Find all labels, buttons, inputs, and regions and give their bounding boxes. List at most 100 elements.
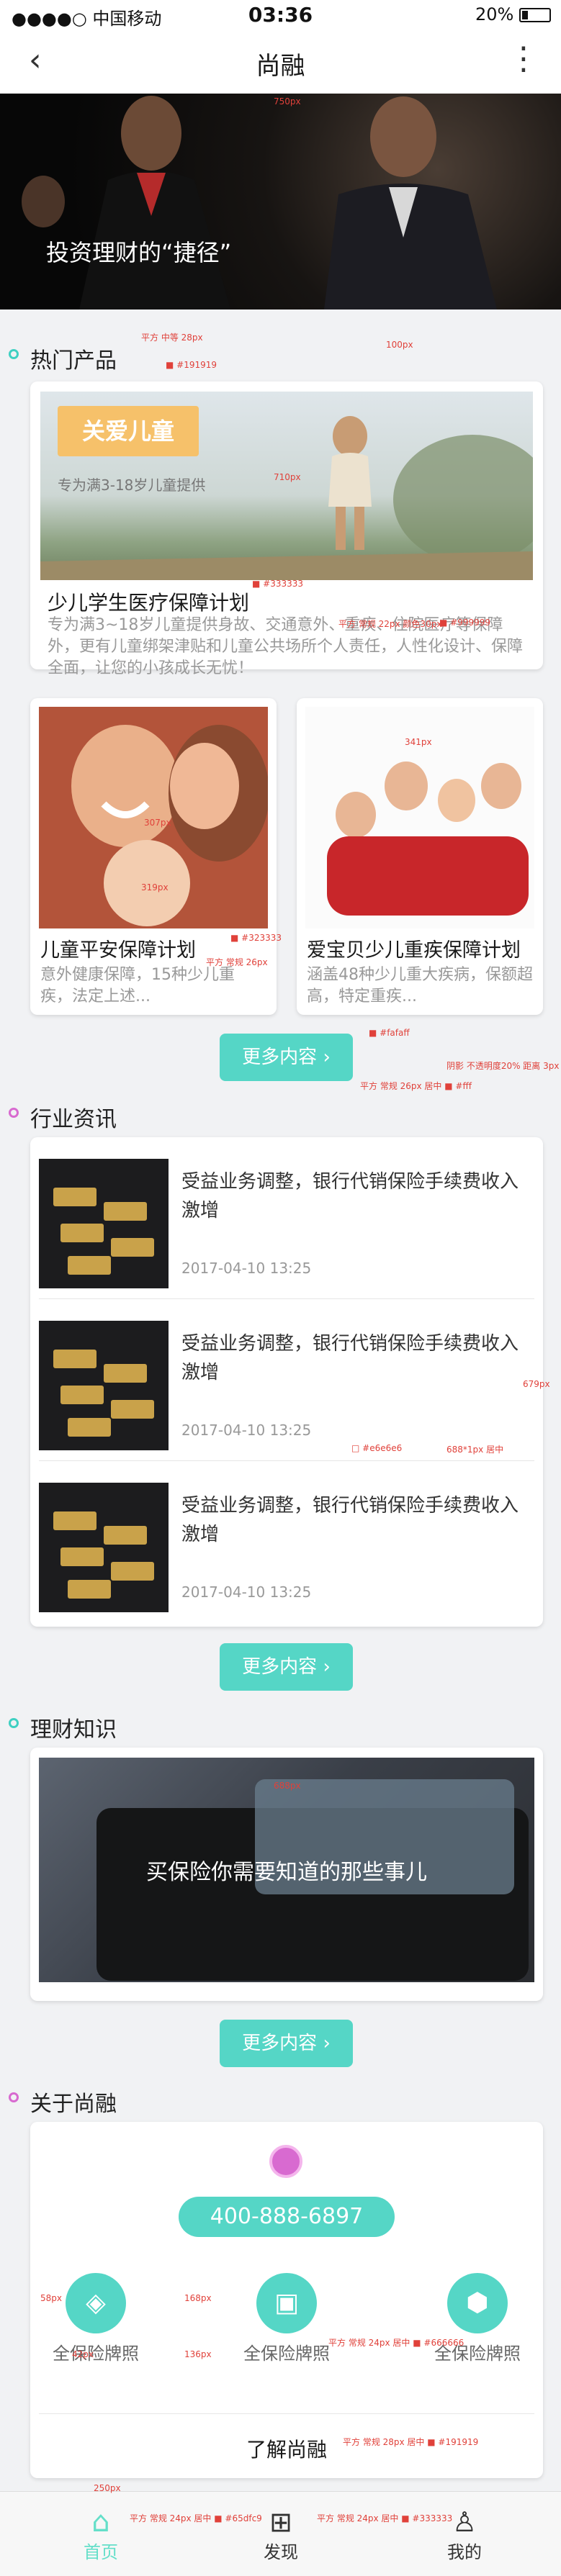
feature-3: ⬢ 全保险牌照 (425, 2273, 530, 2364)
feature-label: 全保险牌照 (53, 2344, 139, 2364)
news-title: 受益业务调整，银行代销保险手续费收入激增 (181, 1171, 519, 1221)
banner-photo (22, 96, 497, 309)
annotation: 319px (141, 882, 169, 892)
annotation: 平方 常规 24px 居中 ■ #65dfc9 (130, 2513, 262, 2523)
annotation: ■ #999999 (439, 618, 491, 628)
section-dot-icon (9, 349, 19, 359)
annotation: 平方 常规 26px 居中 ■ #fff (360, 1081, 472, 1091)
feature-title: 少儿学生医疗保障计划 (48, 591, 250, 615)
annotation: ■ #323333 (230, 933, 282, 943)
phone-button[interactable]: 400-888-6897 (179, 2197, 395, 2237)
tab-bar: ⌂ 首页 ⊞ 发现 ♙ 我的 (0, 2491, 561, 2576)
annotation: 58px (40, 2293, 62, 2303)
annotation: 136px (184, 2349, 212, 2359)
feature-badge: 关爱儿童 (58, 406, 199, 456)
battery-icon (519, 8, 551, 22)
annotation: 307px (144, 818, 171, 828)
annotation: 平方 常规 28px 居中 ■ #191919 (343, 2437, 479, 2447)
news-item-1[interactable]: 受益业务调整，银行代销保险手续费收入激增 2017-04-10 13:25 (30, 1137, 543, 1299)
hot-more-label: 更多内容 (242, 1047, 318, 1068)
annotation: 平方 常规 26px (206, 957, 268, 967)
annotation: 平方 常规 22px 颜色30px (338, 619, 442, 629)
tab-label: 我的 (447, 2542, 482, 2562)
navigation-bar: ‹ 尚融 ⋮ (0, 29, 561, 94)
knowledge-more-button[interactable]: 更多内容 › (220, 2020, 353, 2067)
gold-bars-illustration (39, 1483, 169, 1612)
annotation: 341px (405, 737, 432, 747)
annotation: 阴影 不透明度20% 距离 3px 大小 10px (446, 1061, 561, 1071)
layers-icon: ◈ (66, 2273, 126, 2333)
feature-2: ▣ 全保险牌照 (234, 2273, 339, 2364)
feature-photo: 关爱儿童 专为满3-18岁儿童提供 (40, 392, 533, 580)
news-title: 受益业务调整，银行代销保险手续费收入激增 (181, 1333, 519, 1383)
product-right-desc: 涵盖48种少儿重大疾病，保额超高，特定重疾... (307, 966, 533, 1005)
annotation: 42px (72, 2349, 94, 2359)
annotation: ■ #333333 (252, 579, 304, 589)
section-heading-about: 关于尚融 (9, 2086, 117, 2118)
section-dot-icon (9, 1718, 19, 1728)
briefcase-icon: ▣ (256, 2273, 317, 2333)
feature-1: ◈ 全保险牌照 (43, 2273, 148, 2364)
annotation: 平方 中等 28px (141, 333, 203, 343)
annotation: 100px (386, 340, 413, 350)
knowledge-card-text: 买保险你需要知道的那些事儿 (146, 1860, 427, 1885)
tab-label: 首页 (84, 2542, 118, 2562)
annotation: 688px (274, 1781, 301, 1791)
annotation: 平方 常规 24px 居中 ■ #333333 (317, 2513, 453, 2523)
knowledge-more-label: 更多内容 (242, 2033, 318, 2054)
battery: 20% (475, 4, 551, 24)
hot-more-button[interactable]: 更多内容 › (220, 1034, 353, 1081)
annotation: 750px (274, 96, 301, 107)
chevron-right-icon: › (323, 1047, 331, 1068)
hot-heading-text: 热门产品 (30, 348, 117, 374)
status-bar: ●●●●○ 中国移动 03:36 20% (0, 0, 561, 29)
gold-bars-illustration (39, 1321, 169, 1450)
news-date: 2017-04-10 13:25 (181, 1260, 312, 1277)
about-divider (39, 2413, 534, 2414)
gold-bars-thumbnail (39, 1159, 169, 1288)
section-dot-icon (9, 2092, 19, 2102)
annotation: 168px (184, 2293, 212, 2303)
section-heading-knowledge: 理财知识 (9, 1712, 117, 1743)
chevron-right-icon: › (323, 1656, 331, 1678)
annotation: 688*1px 居中 (446, 1445, 504, 1455)
section-heading-news: 行业资讯 (9, 1101, 117, 1133)
gold-bars-illustration (39, 1159, 169, 1288)
annotation: 679px (523, 1379, 550, 1389)
battery-percent: 20% (475, 4, 514, 24)
chevron-right-icon: › (323, 2033, 331, 2054)
more-vertical-icon[interactable]: ⋮ (508, 40, 539, 77)
wallet-card-photo: 买保险你需要知道的那些事儿 (39, 1758, 534, 1982)
banner-text: 投资理财的“捷径” (46, 239, 232, 266)
shield-icon: ⬢ (447, 2273, 508, 2333)
annotation: 平方 常规 24px 居中 ■ #666666 (328, 2338, 464, 2348)
product-right-title: 爱宝贝少儿重疾保障计划 (307, 939, 521, 962)
feature-subtitle: 专为满3-18岁儿童提供 (58, 476, 206, 494)
news-heading-text: 行业资讯 (30, 1107, 117, 1132)
hero-banner[interactable]: 投资理财的“捷径” (0, 94, 561, 309)
annotation: 250px (94, 2483, 121, 2493)
about-heading-text: 关于尚融 (30, 2092, 117, 2117)
page-title: 尚融 (256, 52, 305, 81)
about-card: 400-888-6897 ◈ 全保险牌照 ▣ 全保险牌照 ⬢ 全保险牌照 了解尚… (30, 2122, 543, 2478)
annotation: ■ #fafaff (369, 1028, 410, 1038)
news-item-3[interactable]: 受益业务调整，银行代销保险手续费收入激增 2017-04-10 13:25 (30, 1461, 543, 1623)
news-title: 受益业务调整，银行代销保险手续费收入激增 (181, 1495, 519, 1545)
section-heading-hot: 热门产品 (9, 343, 117, 374)
product-left-desc: 意外健康保障，15种少儿重疾，法定上述... (40, 966, 235, 1005)
annotation: 710px (274, 472, 301, 482)
tab-label: 发现 (264, 2542, 298, 2562)
news-item-2[interactable]: 受益业务调整，银行代销保险手续费收入激增 2017-04-10 13:25 (30, 1299, 543, 1461)
annotation: □ #e6e6e6 (351, 1443, 403, 1453)
feature-label: 全保险牌照 (243, 2344, 330, 2364)
knowledge-heading-text: 理财知识 (30, 1717, 117, 1743)
news-date: 2017-04-10 13:25 (181, 1583, 312, 1601)
gold-bars-thumbnail (39, 1483, 169, 1612)
news-more-label: 更多内容 (242, 1656, 318, 1678)
news-more-button[interactable]: 更多内容 › (220, 1643, 353, 1691)
product-left-title: 儿童平安保障计划 (40, 939, 196, 962)
gold-bars-thumbnail (39, 1321, 169, 1450)
news-date: 2017-04-10 13:25 (181, 1422, 312, 1439)
mascot-icon (269, 2145, 302, 2178)
annotation: ■ #191919 (166, 360, 217, 370)
